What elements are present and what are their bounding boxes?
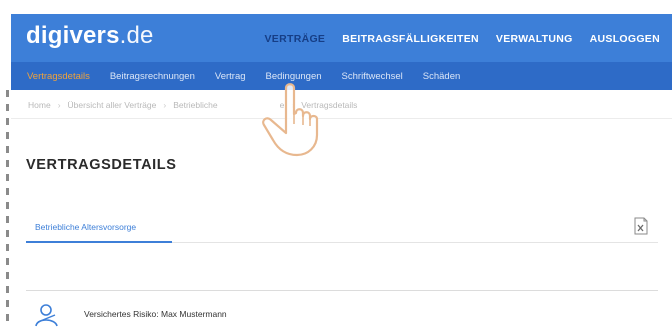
active-tab-indicator xyxy=(26,241,172,243)
left-dashed-border xyxy=(6,90,9,327)
excel-export-icon[interactable] xyxy=(633,217,649,235)
sub-nav-items: Vertragsdetails Beitragsrechnungen Vertr… xyxy=(27,71,480,82)
subnav-vertrag[interactable]: Vertrag xyxy=(215,71,246,82)
subnav-vertragsdetails[interactable]: Vertragsdetails xyxy=(27,71,90,82)
subnav-beitragsrechnungen[interactable]: Beitragsrechnungen xyxy=(110,71,195,82)
logo-brand: digivers xyxy=(26,22,120,49)
subnav-schaeden[interactable]: Schäden xyxy=(423,71,461,82)
person-icon xyxy=(35,304,58,327)
breadcrumb-uebersicht[interactable]: Übersicht aller Verträge xyxy=(68,100,157,110)
logo-tld: .de xyxy=(119,22,154,49)
main-nav: VERTRÄGE BEITRAGSFÄLLIGKEITEN VERWALTUNG… xyxy=(248,33,661,45)
page-title: VERTRAGSDETAILS xyxy=(26,157,177,173)
logo[interactable]: digivers.de xyxy=(26,22,154,50)
insured-risk-text: Versichertes Risiko: Max Mustermann xyxy=(84,309,227,319)
top-header: digivers.de VERTRÄGE BEITRAGSFÄLLIGKEITE… xyxy=(11,14,672,62)
nav-vertraege[interactable]: VERTRÄGE xyxy=(265,33,326,45)
nav-ausloggen[interactable]: AUSLOGGEN xyxy=(590,33,660,45)
nav-verwaltung[interactable]: VERWALTUNG xyxy=(496,33,573,45)
breadcrumb-home[interactable]: Home xyxy=(28,100,51,110)
page: digivers.de VERTRÄGE BEITRAGSFÄLLIGKEITE… xyxy=(0,0,672,327)
breadcrumb-betriebliche[interactable]: Betriebliche xyxy=(173,100,217,110)
hand-pointer-icon xyxy=(262,83,319,157)
breadcrumb-separator-icon: › xyxy=(163,100,167,110)
subnav-schriftwechsel[interactable]: Schriftwechsel xyxy=(342,71,403,82)
tab-betriebliche-altersvorsorge[interactable]: Betriebliche Altersvorsorge xyxy=(35,222,136,232)
breadcrumb-separator-icon: › xyxy=(57,100,61,110)
nav-beitragsfaelligkeiten[interactable]: BEITRAGSFÄLLIGKEITEN xyxy=(342,33,479,45)
section-divider xyxy=(26,290,658,291)
